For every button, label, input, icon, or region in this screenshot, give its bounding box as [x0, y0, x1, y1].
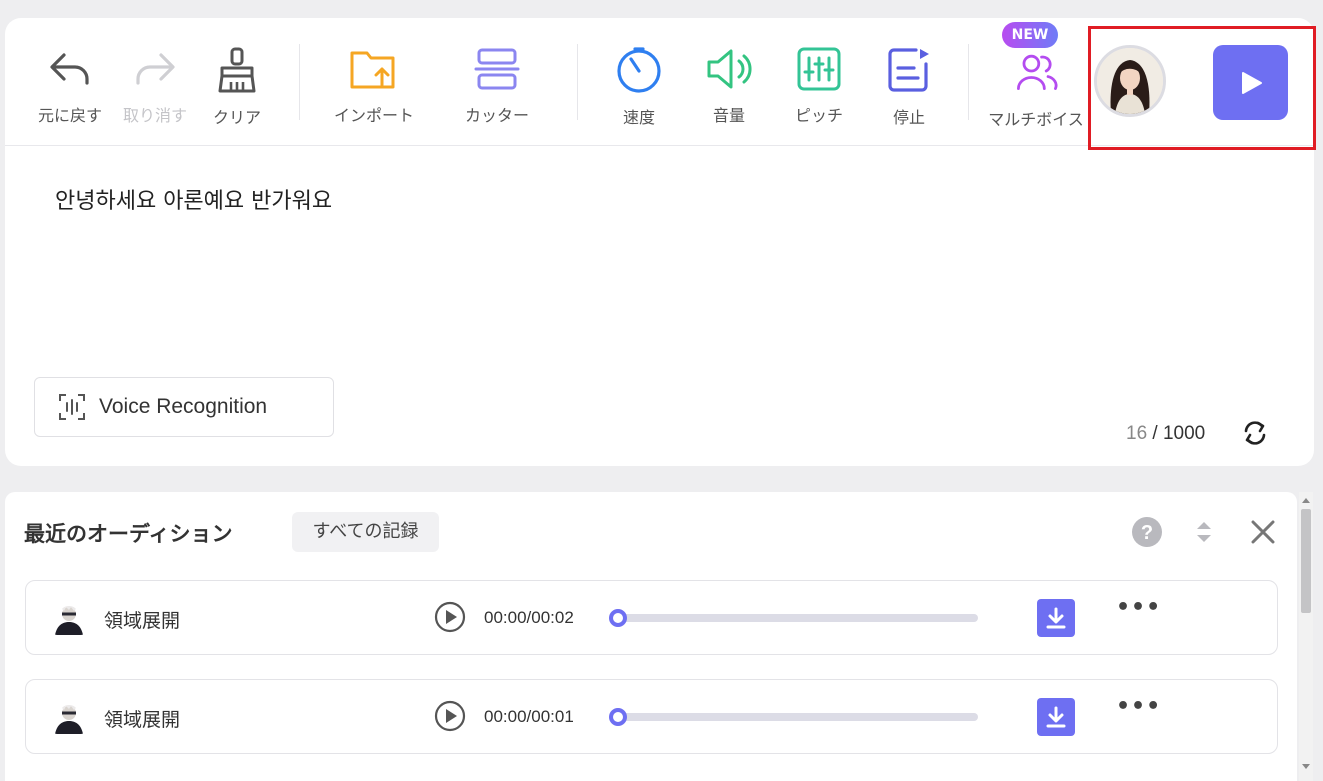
speedometer-icon [614, 46, 664, 94]
play-button[interactable] [1213, 45, 1288, 120]
multi-voice-icon [1011, 46, 1061, 96]
history-row: 領域展開 00:00/00:02 ••• [25, 580, 1278, 655]
speaker-icon [704, 46, 754, 92]
clear-button[interactable]: クリア [192, 46, 282, 127]
play-icon [1241, 71, 1262, 94]
scroll-down-arrow-icon[interactable] [1299, 761, 1313, 773]
download-button[interactable] [1037, 698, 1075, 736]
speed-button[interactable]: 速度 [594, 46, 684, 127]
avatar-portrait [1097, 48, 1163, 114]
char-counter: 16 / 1000 [1126, 423, 1205, 445]
voice-recognition-label: Voice Recognition [99, 395, 268, 418]
more-options-icon[interactable]: ••• [1116, 595, 1161, 620]
refresh-icon[interactable] [1241, 419, 1269, 447]
editor-text[interactable]: 안녕하세요 아론예요 반가워요 [55, 183, 332, 215]
char-count: 16 [1126, 423, 1148, 444]
char-separator: / [1147, 423, 1163, 444]
play-circle-icon[interactable] [434, 700, 466, 732]
toolbar-divider [577, 44, 578, 120]
close-icon[interactable] [1247, 516, 1279, 548]
download-button[interactable] [1037, 599, 1075, 637]
playback-time: 00:00/00:02 [484, 608, 574, 627]
progress-track[interactable] [611, 614, 978, 622]
multivoice-button[interactable]: マルチボイス [981, 46, 1091, 129]
more-options-icon[interactable]: ••• [1116, 694, 1161, 719]
volume-button[interactable]: 音量 [684, 46, 774, 126]
progress-track[interactable] [611, 713, 978, 721]
download-icon [1046, 706, 1066, 728]
play-circle-icon[interactable] [434, 601, 466, 633]
editor-card: 元に戻す 取り消す クリア インポート カッター 速度 音量 ピッチ 停止 マル… [5, 18, 1314, 466]
history-title: 最近のオーディション [24, 522, 233, 546]
equalizer-icon [794, 46, 844, 92]
voice-recognition-button[interactable]: Voice Recognition [34, 377, 334, 437]
progress-knob[interactable] [609, 609, 627, 627]
volume-label: 音量 [712, 106, 745, 125]
pitch-button[interactable]: ピッチ [774, 46, 864, 126]
voice-scan-icon [59, 394, 85, 420]
import-button[interactable]: インポート [329, 46, 419, 126]
split-icon [472, 46, 522, 92]
import-label: インポート [333, 106, 414, 125]
history-item-name: 領域展開 [104, 610, 181, 632]
undo-button[interactable]: 元に戻す [25, 46, 115, 126]
sort-icon[interactable] [1188, 516, 1220, 548]
undo-icon [45, 46, 95, 92]
playback-time: 00:00/00:01 [484, 707, 574, 726]
new-badge: NEW [1002, 22, 1058, 48]
scroll-up-arrow-icon[interactable] [1299, 494, 1313, 506]
pitch-label: ピッチ [794, 106, 843, 125]
pause-label: 停止 [892, 108, 925, 127]
svg-text:?: ? [1141, 522, 1153, 544]
redo-icon [130, 46, 180, 92]
speed-label: 速度 [622, 108, 655, 127]
folder-upload-icon [349, 46, 399, 92]
progress-knob[interactable] [609, 708, 627, 726]
download-icon [1046, 607, 1066, 629]
cutter-label: カッター [464, 106, 529, 125]
history-item-name: 領域展開 [104, 709, 181, 731]
voice-thumbnail [53, 702, 85, 734]
redo-button[interactable]: 取り消す [110, 46, 200, 126]
pause-button[interactable]: 停止 [864, 46, 954, 127]
pause-note-icon [884, 46, 934, 94]
char-limit: 1000 [1162, 423, 1206, 444]
multivoice-label: マルチボイス [988, 110, 1084, 129]
all-records-button[interactable]: すべての記録 [292, 512, 439, 552]
undo-label: 元に戻す [37, 106, 102, 125]
toolbar-divider [299, 44, 300, 120]
broom-icon [212, 46, 262, 94]
clear-label: クリア [212, 108, 261, 127]
toolbar-divider [968, 44, 969, 120]
history-panel: 最近のオーディション すべての記録 ? 領域展開 00:00/00:02 •••… [5, 492, 1297, 781]
voice-avatar[interactable] [1094, 45, 1166, 117]
cutter-button[interactable]: カッター [452, 46, 542, 126]
voice-thumbnail [53, 603, 85, 635]
redo-label: 取り消す [122, 106, 187, 125]
scrollbar-thumb[interactable] [1301, 509, 1311, 613]
toolbar: 元に戻す 取り消す クリア インポート カッター 速度 音量 ピッチ 停止 マル… [5, 18, 1314, 146]
history-row: 領域展開 00:00/00:01 ••• [25, 679, 1278, 754]
help-icon[interactable]: ? [1131, 516, 1163, 548]
